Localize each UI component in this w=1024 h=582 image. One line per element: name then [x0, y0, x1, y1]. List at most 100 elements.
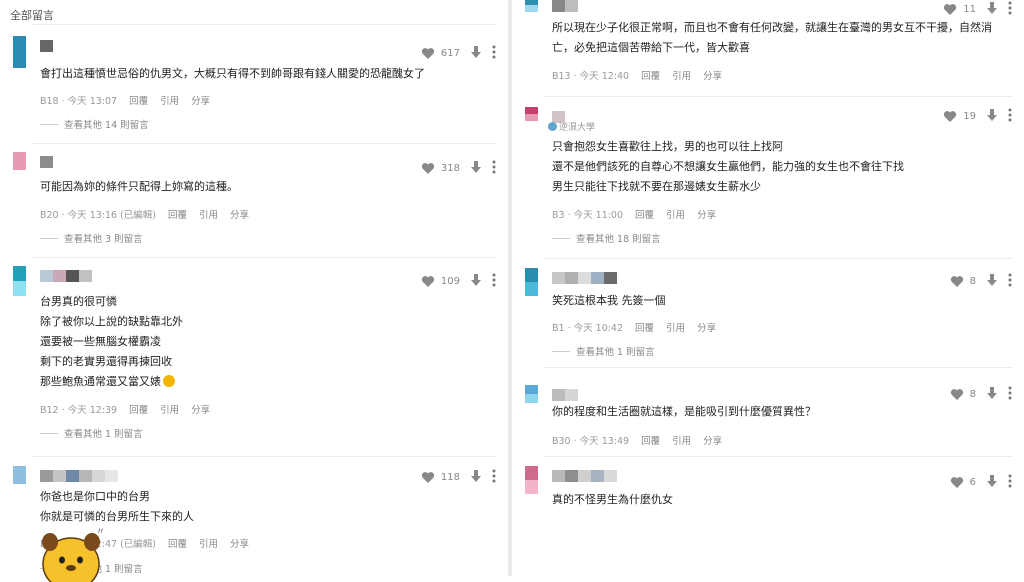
- avatar[interactable]: [13, 36, 26, 68]
- quote-link[interactable]: 引用: [672, 68, 691, 82]
- comment-divider: [32, 143, 496, 144]
- view-more-replies[interactable]: 查看其他 3 則留言: [40, 231, 143, 245]
- downvote-button[interactable]: [470, 469, 482, 486]
- more-options-button[interactable]: [492, 45, 496, 62]
- downvote-button[interactable]: [470, 45, 482, 62]
- avatar[interactable]: [525, 466, 538, 494]
- share-link[interactable]: 分享: [697, 207, 716, 221]
- comment-line: 可能因為妳的條件只配得上妳寫的這種。: [40, 180, 238, 193]
- like-count: 6: [969, 477, 976, 488]
- comment-line: 男生只能往下找就不要在那邊婊女生薪水少: [552, 180, 761, 193]
- like-button[interactable]: 118: [421, 471, 460, 484]
- like-button[interactable]: 19: [943, 110, 976, 123]
- comment-actions: 11: [943, 1, 1012, 18]
- comment-actions: 118: [421, 469, 496, 486]
- floor-time: B18 · 今天 13:07: [40, 96, 118, 107]
- downvote-button[interactable]: [470, 273, 482, 290]
- more-options-button[interactable]: [1008, 1, 1012, 18]
- post-time: 今天 11:00: [573, 210, 624, 221]
- share-link[interactable]: 分享: [230, 536, 249, 550]
- comment-divider: [544, 258, 1012, 259]
- like-button[interactable]: 8: [950, 388, 976, 401]
- heart-icon: [421, 163, 435, 174]
- quote-link[interactable]: 引用: [666, 207, 685, 221]
- more-line-icon: [40, 237, 58, 239]
- post-time: 今天 12:39: [67, 405, 118, 416]
- view-more-replies[interactable]: 查看其他 18 則留言: [552, 231, 661, 245]
- avatar[interactable]: [525, 0, 538, 12]
- like-button[interactable]: 109: [421, 275, 460, 288]
- more-options-button[interactable]: [1008, 386, 1012, 403]
- share-link[interactable]: 分享: [191, 402, 210, 416]
- share-link[interactable]: 分享: [230, 207, 249, 221]
- reply-link[interactable]: 回覆: [641, 68, 660, 82]
- down-arrow-icon: [471, 161, 481, 173]
- comment-meta: B20 · 今天 13:16 (已編輯) 回覆 引用 分享: [40, 207, 249, 221]
- avatar[interactable]: [13, 152, 26, 170]
- reply-link[interactable]: 回覆: [168, 207, 187, 221]
- like-button[interactable]: 11: [943, 3, 976, 16]
- downvote-button[interactable]: [986, 1, 998, 18]
- like-button[interactable]: 6: [950, 476, 976, 489]
- post-time: 今天 13:16 (已編輯): [67, 210, 157, 221]
- comment-divider: [544, 367, 1012, 368]
- view-more-replies[interactable]: 查看其他 1 則留言: [552, 344, 655, 358]
- avatar[interactable]: [13, 466, 26, 484]
- avatar[interactable]: [525, 268, 538, 296]
- more-options-button[interactable]: [1008, 273, 1012, 290]
- share-link[interactable]: 分享: [703, 68, 722, 82]
- downvote-button[interactable]: [986, 108, 998, 125]
- like-count: 318: [440, 163, 460, 174]
- reply-link[interactable]: 回覆: [641, 433, 660, 447]
- share-link[interactable]: 分享: [697, 320, 716, 334]
- heart-icon: [421, 472, 435, 483]
- reply-link[interactable]: 回覆: [635, 320, 654, 334]
- like-button[interactable]: 8: [950, 275, 976, 288]
- quote-link[interactable]: 引用: [199, 536, 218, 550]
- reply-link[interactable]: 回覆: [129, 93, 148, 107]
- floor-time: B12 · 今天 12:39: [40, 405, 118, 416]
- quote-link[interactable]: 引用: [199, 207, 218, 221]
- downvote-button[interactable]: [986, 386, 998, 403]
- avatar[interactable]: [525, 107, 538, 121]
- more-options-button[interactable]: [1008, 474, 1012, 491]
- quote-link[interactable]: 引用: [672, 433, 691, 447]
- like-button[interactable]: 318: [421, 162, 460, 175]
- quote-link[interactable]: 引用: [160, 93, 179, 107]
- view-more-label: 查看其他 3 則留言: [64, 234, 143, 245]
- floor-number: B3: [552, 210, 565, 221]
- more-options-button[interactable]: [492, 469, 496, 486]
- floor-number: B12: [40, 405, 59, 416]
- avatar[interactable]: [525, 385, 538, 403]
- comment-divider: [544, 96, 1012, 97]
- downvote-button[interactable]: [470, 160, 482, 177]
- reply-link[interactable]: 回覆: [129, 402, 148, 416]
- share-link[interactable]: 分享: [703, 433, 722, 447]
- kebab-icon: [492, 160, 496, 174]
- quote-link[interactable]: 引用: [160, 402, 179, 416]
- school-label: 逆濕大學: [548, 120, 595, 133]
- downvote-button[interactable]: [986, 474, 998, 491]
- comment-meta: B18 · 今天 13:07 回覆 引用 分享: [40, 93, 210, 107]
- kebab-icon: [492, 469, 496, 483]
- reply-link[interactable]: 回覆: [168, 536, 187, 550]
- post-time: 今天 13:49: [579, 436, 630, 447]
- more-line-icon: [40, 123, 58, 125]
- reply-link[interactable]: 回覆: [635, 207, 654, 221]
- view-more-replies[interactable]: 查看其他 1 則留言: [40, 426, 143, 440]
- comment-line: 亡，必免把這個苦帶給下一代，皆大歡喜: [552, 41, 750, 54]
- view-more-replies[interactable]: 查看其他 14 則留言: [40, 117, 149, 131]
- comment-body: 可能因為妳的條件只配得上妳寫的這種。: [40, 177, 238, 197]
- like-button[interactable]: 617: [421, 47, 460, 60]
- more-options-button[interactable]: [1008, 108, 1012, 125]
- floor-number: B18: [40, 96, 59, 107]
- share-link[interactable]: 分享: [191, 93, 210, 107]
- more-options-button[interactable]: [492, 273, 496, 290]
- avatar[interactable]: [13, 266, 26, 296]
- view-more-label: 查看其他 18 則留言: [576, 234, 661, 245]
- quote-link[interactable]: 引用: [666, 320, 685, 334]
- comment-divider: [32, 257, 496, 258]
- post-time: 今天 12:40: [579, 71, 630, 82]
- more-options-button[interactable]: [492, 160, 496, 177]
- downvote-button[interactable]: [986, 273, 998, 290]
